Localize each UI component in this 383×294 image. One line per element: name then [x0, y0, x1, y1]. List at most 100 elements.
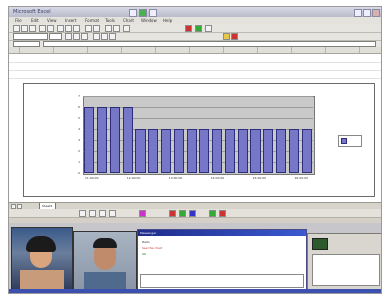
draw-arrow-icon[interactable]: [79, 210, 86, 217]
style-icon[interactable]: [219, 210, 226, 217]
chat-title: Messenger: [140, 231, 157, 235]
draw-oval-icon[interactable]: [109, 210, 116, 217]
y-tick-label: 4: [78, 127, 80, 131]
red-tool-icon[interactable]: [185, 25, 192, 32]
draw-line-icon[interactable]: [89, 210, 96, 217]
column-header[interactable]: [155, 47, 190, 53]
shadow-icon[interactable]: [189, 210, 196, 217]
chart-bar[interactable]: [237, 129, 248, 173]
chart-bar[interactable]: [109, 107, 121, 173]
align-left-icon[interactable]: [93, 33, 100, 40]
3d-icon[interactable]: [209, 210, 216, 217]
fill-icon[interactable]: [179, 210, 186, 217]
save-icon[interactable]: [29, 25, 36, 32]
green-status-icon[interactable]: [139, 9, 147, 17]
chat-message: See the chart: [142, 246, 163, 250]
paste-icon[interactable]: [73, 25, 80, 32]
column-header[interactable]: [223, 47, 258, 53]
menu-tools[interactable]: Tools: [105, 18, 115, 23]
column-header[interactable]: [53, 47, 88, 53]
chart-bar[interactable]: [186, 129, 197, 173]
chart-bar[interactable]: [173, 129, 184, 173]
chart-bar[interactable]: [199, 129, 210, 173]
minimize-icon[interactable]: [354, 9, 362, 17]
chat-input[interactable]: [140, 274, 304, 288]
y-tick-label: 5: [78, 116, 80, 120]
panel-thumbnail[interactable]: [312, 238, 328, 250]
webcam-video-left[interactable]: [11, 227, 73, 291]
fill-color-icon[interactable]: [223, 33, 230, 40]
print-icon[interactable]: [39, 25, 46, 32]
open-icon[interactable]: [21, 25, 28, 32]
column-header[interactable]: [257, 47, 292, 53]
column-header[interactable]: [325, 47, 360, 53]
cut-icon[interactable]: [57, 25, 64, 32]
close-icon[interactable]: [372, 9, 380, 17]
x-tick-label: 15:00:00: [252, 176, 267, 180]
window-icon[interactable]: [149, 9, 157, 17]
title-bar: Microsoft Excel: [9, 7, 381, 17]
chart-wizard-icon[interactable]: [123, 25, 130, 32]
toolbar-shortcut-icon[interactable]: [129, 9, 137, 17]
align-center-icon[interactable]: [101, 33, 108, 40]
chart-bar[interactable]: [97, 107, 108, 173]
chart-bar[interactable]: [250, 129, 261, 173]
preview-icon[interactable]: [47, 25, 54, 32]
draw-rect-icon[interactable]: [99, 210, 106, 217]
formatting-toolbar: [9, 33, 381, 41]
webcam-video-right[interactable]: [73, 231, 137, 291]
menu-insert[interactable]: Insert: [65, 18, 76, 23]
green-tool-icon[interactable]: [195, 25, 202, 32]
sum-icon[interactable]: [105, 25, 112, 32]
zoom-icon[interactable]: [205, 25, 212, 32]
bold-icon[interactable]: [65, 33, 72, 40]
window-title: Microsoft Excel: [13, 9, 51, 15]
column-header[interactable]: [189, 47, 224, 53]
chart-bar[interactable]: [275, 129, 287, 173]
redo-icon[interactable]: [93, 25, 100, 32]
maximize-icon[interactable]: [363, 9, 371, 17]
wordart-icon[interactable]: [139, 210, 146, 217]
menu-file[interactable]: File: [15, 18, 22, 23]
chart-bar[interactable]: [122, 107, 133, 173]
chart-bar[interactable]: [301, 129, 312, 173]
font-color-icon[interactable]: [231, 33, 238, 40]
y-tick-label: 0: [78, 171, 80, 175]
taskbar: [9, 289, 381, 293]
menu-edit[interactable]: Edit: [31, 18, 39, 23]
column-header[interactable]: [121, 47, 156, 53]
line-color-icon[interactable]: [169, 210, 176, 217]
chart-bar[interactable]: [212, 129, 223, 173]
underline-icon[interactable]: [81, 33, 88, 40]
menu-window[interactable]: Window: [141, 18, 157, 23]
column-header[interactable]: [291, 47, 326, 53]
chat-window: Messenger Hello See the chart OK: [137, 229, 307, 291]
font-size-select[interactable]: [49, 33, 62, 40]
menu-chart[interactable]: Chart: [123, 18, 134, 23]
new-icon[interactable]: [13, 25, 20, 32]
column-header[interactable]: [359, 47, 381, 53]
row-gridline: [9, 78, 381, 79]
italic-icon[interactable]: [73, 33, 80, 40]
chart-bar[interactable]: [224, 129, 236, 173]
chart-bar[interactable]: [288, 129, 299, 173]
chat-message: OK: [142, 252, 147, 256]
align-right-icon[interactable]: [109, 33, 116, 40]
copy-icon[interactable]: [65, 25, 72, 32]
chart-bar[interactable]: [160, 129, 172, 173]
menu-view[interactable]: View: [47, 18, 57, 23]
menu-help[interactable]: Help: [163, 18, 172, 23]
legend-swatch: [341, 138, 347, 144]
font-select[interactable]: [13, 33, 48, 40]
column-header[interactable]: [87, 47, 122, 53]
undo-icon[interactable]: [85, 25, 92, 32]
panel-list[interactable]: [312, 254, 380, 286]
column-header[interactable]: [19, 47, 54, 53]
sort-icon[interactable]: [113, 25, 120, 32]
chart-bar[interactable]: [148, 129, 159, 173]
menu-format[interactable]: Format: [85, 18, 99, 23]
chart-bar[interactable]: [84, 107, 95, 173]
chart-bar[interactable]: [135, 129, 146, 173]
chart-legend[interactable]: [338, 135, 362, 147]
chart-bar[interactable]: [263, 129, 274, 173]
